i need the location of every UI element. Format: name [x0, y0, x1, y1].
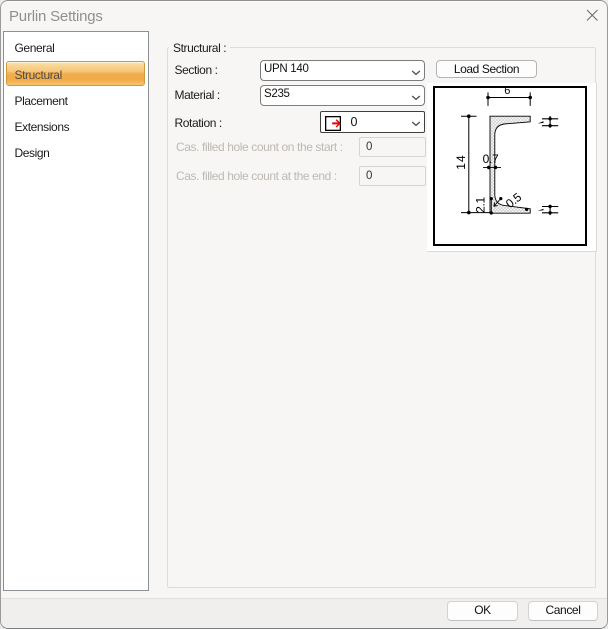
- svg-text:0.7: 0.7: [483, 152, 499, 166]
- svg-text:6: 6: [504, 88, 510, 97]
- svg-text:14: 14: [454, 154, 468, 169]
- svg-text:2.1: 2.1: [474, 196, 488, 212]
